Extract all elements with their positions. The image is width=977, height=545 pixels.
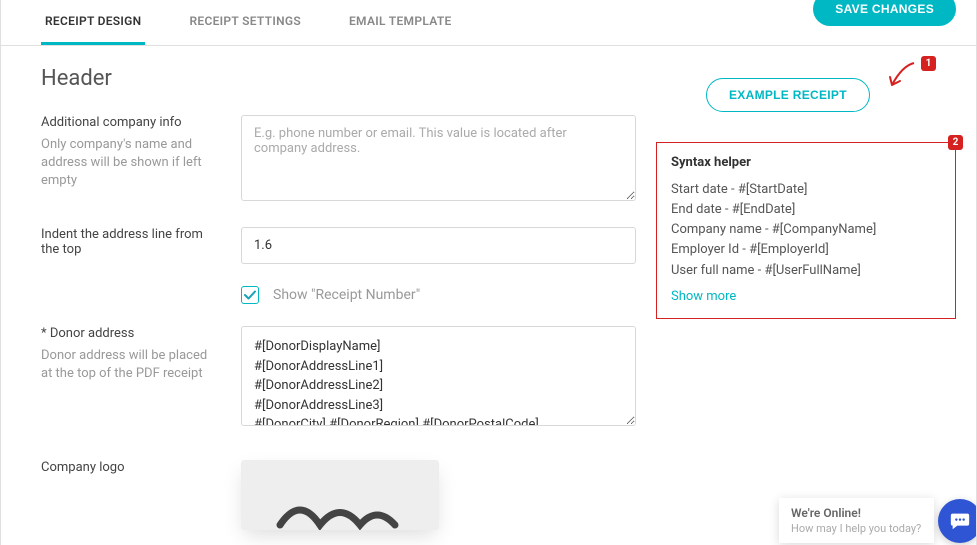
company-info-label: Additional company info	[41, 115, 221, 130]
syntax-helper-item: Start date - #[StartDate]	[671, 180, 941, 200]
syntax-helper-title: Syntax helper	[671, 155, 941, 170]
tab-email-template[interactable]: EMAIL TEMPLATE	[345, 0, 456, 45]
check-icon	[244, 289, 256, 301]
donor-address-textarea[interactable]	[241, 326, 636, 426]
logo-placeholder-icon	[275, 490, 405, 530]
save-changes-button[interactable]: SAVE CHANGES	[813, 0, 956, 26]
company-logo-dropzone[interactable]	[241, 460, 439, 530]
chat-widget[interactable]: We're Online! How may I help you today?	[779, 498, 934, 543]
syntax-helper-item: Employer Id - #[EmployerId]	[671, 240, 941, 260]
chat-icon	[949, 510, 971, 532]
syntax-helper-item: End date - #[EndDate]	[671, 200, 941, 220]
show-receipt-number-checkbox[interactable]	[241, 286, 259, 304]
tabs: RECEIPT DESIGN RECEIPT SETTINGS EMAIL TE…	[41, 0, 456, 45]
donor-address-label: * Donor address	[41, 326, 221, 341]
topbar: RECEIPT DESIGN RECEIPT SETTINGS EMAIL TE…	[1, 0, 976, 46]
tab-receipt-design[interactable]: RECEIPT DESIGN	[41, 0, 145, 45]
example-receipt-button[interactable]: EXAMPLE RECEIPT	[706, 78, 870, 112]
syntax-helper-item: User full name - #[UserFullName]	[671, 261, 941, 281]
indent-input[interactable]	[241, 227, 636, 264]
chat-subtitle: How may I help you today?	[791, 522, 922, 535]
syntax-helper-box: 2 Syntax helper Start date - #[StartDate…	[656, 142, 956, 319]
callout-badge-1: 1	[921, 56, 936, 71]
chat-title: We're Online!	[791, 506, 922, 520]
callout-badge-2: 2	[948, 135, 963, 150]
company-info-textarea[interactable]	[241, 115, 636, 201]
indent-label: Indent the address line from the top	[41, 227, 221, 257]
section-title-header: Header	[41, 66, 636, 91]
company-info-hint: Only company's name and address will be …	[41, 137, 202, 188]
show-receipt-number-label: Show "Receipt Number"	[273, 287, 420, 303]
syntax-helper-list: Start date - #[StartDate] End date - #[E…	[671, 180, 941, 281]
syntax-helper-item: Company name - #[CompanyName]	[671, 220, 941, 240]
tab-receipt-settings[interactable]: RECEIPT SETTINGS	[185, 0, 305, 45]
syntax-helper-show-more[interactable]: Show more	[671, 289, 736, 304]
company-logo-label: Company logo	[41, 460, 221, 475]
chat-bubble-button[interactable]	[938, 499, 977, 543]
callout-arrow-icon	[888, 61, 918, 91]
donor-address-hint: Donor address will be placed at the top …	[41, 348, 207, 381]
